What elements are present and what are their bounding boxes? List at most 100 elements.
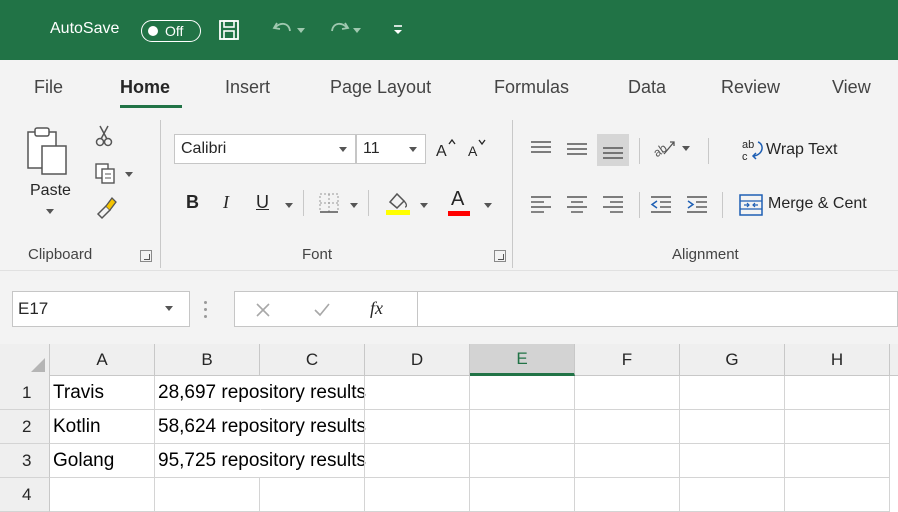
column-header-g[interactable]: G <box>680 344 785 376</box>
cell-c2[interactable] <box>260 410 365 444</box>
cell-a2[interactable]: Kotlin <box>50 410 155 444</box>
align-bottom-icon[interactable] <box>597 134 629 166</box>
cell-h4[interactable] <box>785 478 890 512</box>
column-header-b[interactable]: B <box>155 344 260 376</box>
fill-color-dropdown-icon[interactable] <box>420 203 428 208</box>
name-box[interactable]: E17 <box>12 291 190 327</box>
tab-review[interactable]: Review <box>721 77 780 98</box>
tab-formulas[interactable]: Formulas <box>494 77 569 98</box>
align-left-icon[interactable] <box>528 192 554 218</box>
paste-icon[interactable] <box>24 126 70 178</box>
customize-qat-icon[interactable] <box>390 17 406 43</box>
column-header-f[interactable]: F <box>575 344 680 376</box>
save-icon[interactable] <box>216 17 242 43</box>
cell-e1[interactable] <box>470 376 575 410</box>
enter-icon[interactable] <box>313 302 331 318</box>
row-header-4[interactable]: 4 <box>0 478 50 512</box>
fill-color-icon[interactable] <box>384 188 412 218</box>
cell-d2[interactable] <box>365 410 470 444</box>
copy-dropdown-icon[interactable] <box>125 172 133 177</box>
orientation-icon[interactable]: ab <box>650 134 678 162</box>
cell-a4[interactable] <box>50 478 155 512</box>
chevron-down-icon[interactable] <box>165 306 173 311</box>
cell-a3[interactable]: Golang <box>50 444 155 478</box>
clipboard-launcher-icon[interactable] <box>140 250 152 262</box>
cell-b2[interactable]: 58,624 repository results <box>155 410 366 444</box>
borders-icon[interactable] <box>318 192 342 214</box>
undo-dropdown-icon[interactable] <box>294 17 308 43</box>
cell-c1[interactable] <box>260 376 365 410</box>
column-header-h[interactable]: H <box>785 344 890 376</box>
cell-c3[interactable] <box>260 444 365 478</box>
increase-font-size-icon[interactable]: A <box>434 134 458 164</box>
borders-dropdown-icon[interactable] <box>350 203 358 208</box>
row-header-1[interactable]: 1 <box>0 376 50 410</box>
cell-g4[interactable] <box>680 478 785 512</box>
cell-h3[interactable] <box>785 444 890 478</box>
cell-d3[interactable] <box>365 444 470 478</box>
cell-c4[interactable] <box>260 478 365 512</box>
paste-dropdown-icon[interactable] <box>46 209 54 214</box>
decrease-font-size-icon[interactable]: A <box>466 134 490 164</box>
row-header-3[interactable]: 3 <box>0 444 50 478</box>
merge-center-icon[interactable] <box>738 192 764 218</box>
tab-view[interactable]: View <box>832 77 871 98</box>
tab-file[interactable]: File <box>34 77 63 98</box>
merge-center-button[interactable]: Merge & Cent <box>768 195 867 213</box>
align-middle-icon[interactable] <box>564 136 590 162</box>
format-painter-icon[interactable] <box>94 194 120 220</box>
underline-dropdown-icon[interactable] <box>285 203 293 208</box>
align-center-icon[interactable] <box>564 192 590 218</box>
cell-e2[interactable] <box>470 410 575 444</box>
select-all-button[interactable] <box>0 344 50 376</box>
cut-icon[interactable] <box>94 124 114 148</box>
tab-page-layout[interactable]: Page Layout <box>330 77 431 98</box>
column-header-a[interactable]: A <box>50 344 155 376</box>
cell-g2[interactable] <box>680 410 785 444</box>
cell-d4[interactable] <box>365 478 470 512</box>
undo-icon[interactable] <box>270 17 296 43</box>
tab-insert[interactable]: Insert <box>225 77 270 98</box>
cell-g1[interactable] <box>680 376 785 410</box>
font-size-dropdown[interactable]: 11 <box>356 134 426 164</box>
cell-g3[interactable] <box>680 444 785 478</box>
insert-function-button[interactable]: fx <box>370 298 383 319</box>
cell-e4[interactable] <box>470 478 575 512</box>
font-color-dropdown-icon[interactable] <box>484 203 492 208</box>
cell-b4[interactable] <box>155 478 260 512</box>
bold-button[interactable]: B <box>186 192 199 213</box>
cancel-icon[interactable] <box>255 302 271 318</box>
italic-button[interactable]: I <box>223 192 229 213</box>
orientation-dropdown-icon[interactable] <box>682 146 690 151</box>
cell-h1[interactable] <box>785 376 890 410</box>
cell-f3[interactable] <box>575 444 680 478</box>
redo-icon[interactable] <box>326 17 352 43</box>
cell-f4[interactable] <box>575 478 680 512</box>
redo-dropdown-icon[interactable] <box>350 17 364 43</box>
autosave-toggle[interactable]: Off <box>141 20 201 42</box>
wrap-text-icon[interactable]: ab c <box>740 136 766 164</box>
column-header-d[interactable]: D <box>365 344 470 376</box>
copy-icon[interactable] <box>94 162 118 186</box>
align-top-icon[interactable] <box>528 136 554 162</box>
cell-e3[interactable] <box>470 444 575 478</box>
cell-b3[interactable]: 95,725 repository results <box>155 444 366 478</box>
cell-d1[interactable] <box>365 376 470 410</box>
tab-data[interactable]: Data <box>628 77 666 98</box>
increase-indent-icon[interactable] <box>684 192 710 218</box>
row-header-2[interactable]: 2 <box>0 410 50 444</box>
align-right-icon[interactable] <box>600 192 626 218</box>
wrap-text-button[interactable]: Wrap Text <box>766 141 837 159</box>
paste-label[interactable]: Paste <box>30 182 71 200</box>
font-color-icon[interactable]: A <box>446 188 472 218</box>
underline-button[interactable]: U <box>256 192 269 213</box>
font-launcher-icon[interactable] <box>494 250 506 262</box>
column-header-e[interactable]: E <box>470 344 575 376</box>
cell-a1[interactable]: Travis <box>50 376 155 410</box>
column-header-c[interactable]: C <box>260 344 365 376</box>
cell-b1[interactable]: 28,697 repository results <box>155 376 366 410</box>
formula-input[interactable] <box>418 291 898 327</box>
cell-h2[interactable] <box>785 410 890 444</box>
decrease-indent-icon[interactable] <box>648 192 674 218</box>
drag-handle-icon[interactable] <box>204 299 208 319</box>
